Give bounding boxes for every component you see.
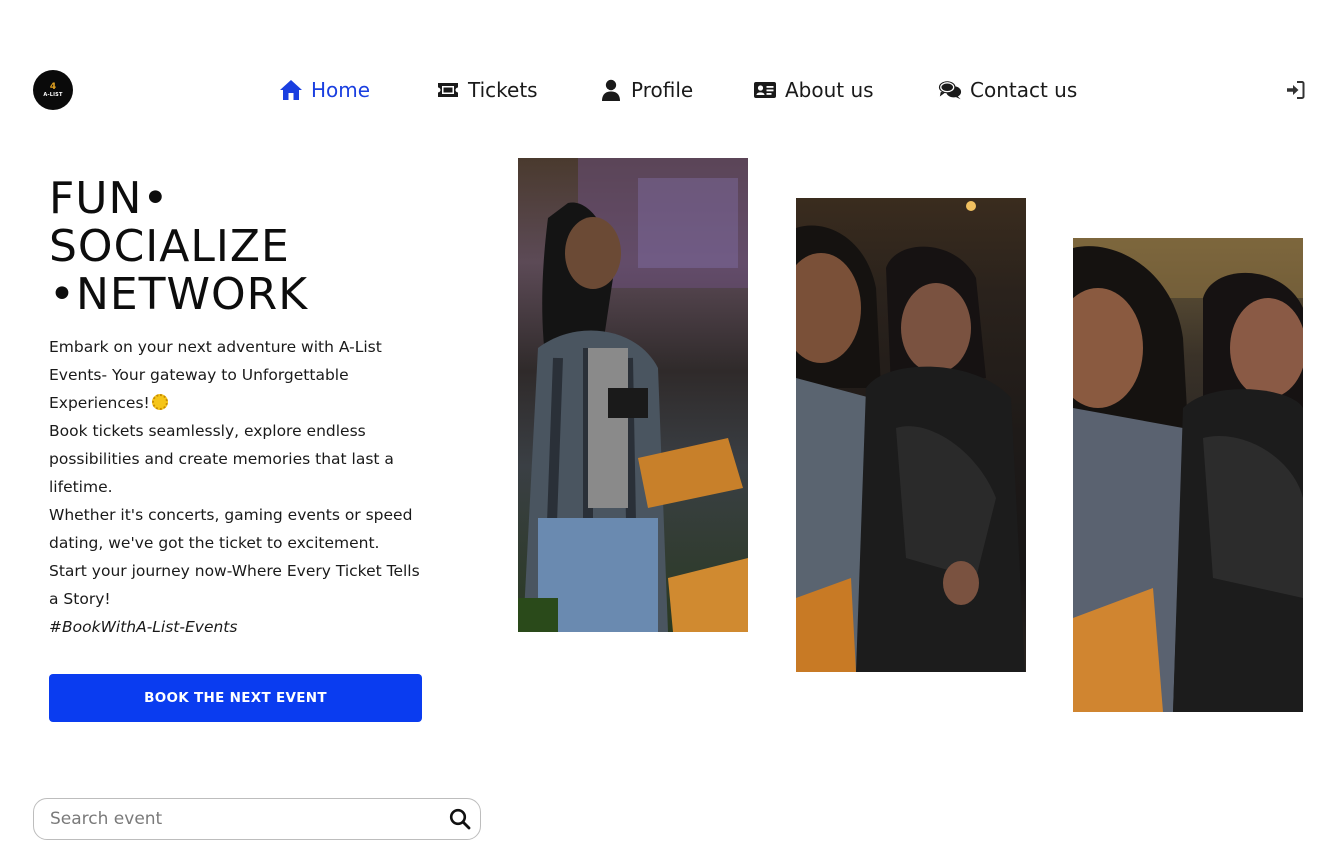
event-photo-1 — [518, 158, 748, 632]
search-icon[interactable] — [440, 799, 480, 839]
description-paragraph: Book tickets seamlessly, explore endless… — [49, 422, 394, 496]
hero-title-line: SOCIALIZE — [49, 221, 290, 272]
main-nav: Home Tickets Profile About us Contact us — [0, 76, 1335, 104]
event-photo-2 — [796, 198, 1026, 672]
nav-item-home[interactable]: Home — [279, 76, 370, 104]
user-icon — [599, 78, 623, 102]
nav-item-about[interactable]: About us — [753, 76, 874, 104]
sign-in-icon[interactable] — [1285, 80, 1305, 100]
home-icon — [279, 78, 303, 102]
search-bar — [33, 798, 481, 840]
nav-item-label: About us — [785, 78, 874, 102]
hero-title-line: •NETWORK — [49, 269, 309, 320]
id-card-icon — [753, 78, 777, 102]
nav-item-label: Profile — [631, 78, 694, 102]
nav-item-label: Tickets — [468, 78, 538, 102]
hero-title: FUN• SOCIALIZE •NETWORK — [49, 175, 469, 319]
event-photo-3 — [1073, 238, 1303, 712]
comments-icon — [938, 78, 962, 102]
hero-title-line: FUN• — [49, 173, 170, 224]
ticket-icon — [436, 78, 460, 102]
hashtag: #BookWithA-List-Events — [49, 618, 238, 636]
sun-emoji-icon — [151, 394, 168, 410]
search-input[interactable] — [34, 799, 440, 839]
hero-description: Embark on your next adventure with A-Lis… — [49, 333, 429, 641]
nav-item-tickets[interactable]: Tickets — [436, 76, 538, 104]
description-paragraph: Start your journey now-Where Every Ticke… — [49, 562, 420, 608]
description-paragraph: Whether it's concerts, gaming events or … — [49, 506, 413, 552]
nav-item-label: Contact us — [970, 78, 1078, 102]
nav-item-contact[interactable]: Contact us — [938, 76, 1077, 104]
nav-item-profile[interactable]: Profile — [599, 76, 693, 104]
book-next-event-button[interactable]: BOOK THE NEXT EVENT — [49, 674, 422, 722]
nav-item-label: Home — [311, 78, 371, 102]
description-paragraph: Embark on your next adventure with A-Lis… — [49, 333, 429, 417]
description-text: Embark on your next adventure with A-Lis… — [49, 338, 382, 412]
